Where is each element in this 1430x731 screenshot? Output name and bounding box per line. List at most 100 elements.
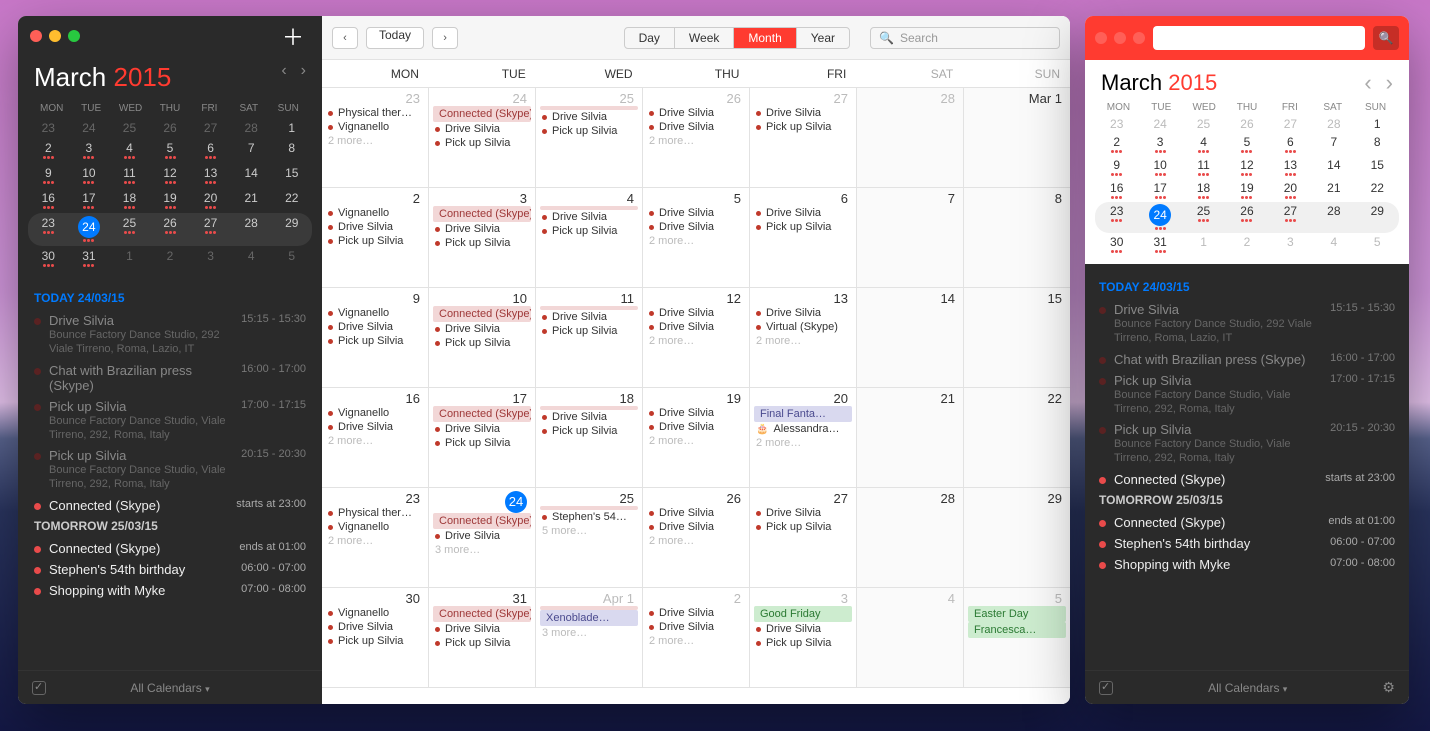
mini-day[interactable]: 3	[190, 246, 231, 271]
event-item[interactable]: Vignanello	[326, 120, 424, 134]
mini-day[interactable]: 28	[1312, 202, 1355, 233]
event-bar[interactable]: Connected (Skype)	[433, 406, 531, 422]
day-cell[interactable]: 11Drive SilviaPick up Silvia	[536, 288, 643, 387]
close-icon[interactable]	[1095, 32, 1107, 44]
day-cell[interactable]: 26Drive SilviaDrive Silvia2 more…	[643, 488, 750, 587]
mini-day[interactable]: 5	[271, 246, 312, 271]
day-cell[interactable]: 5Easter DayFrancesca…	[964, 588, 1070, 687]
event-item[interactable]: Physical ther…	[326, 106, 424, 120]
mini-day[interactable]: 8	[1356, 133, 1399, 156]
mini-day[interactable]: 6	[190, 138, 231, 163]
mini-day[interactable]: 3	[1138, 133, 1181, 156]
mini-day[interactable]: 12	[150, 163, 191, 188]
more-link[interactable]: 3 more…	[433, 543, 531, 557]
event-item[interactable]: Drive Silvia	[540, 410, 638, 424]
agenda-item[interactable]: Drive SilviaBounce Factory Dance Studio,…	[1099, 302, 1395, 346]
day-cell[interactable]: 20Final Fanta…🎂Alessandra…2 more…	[750, 388, 857, 487]
mini-day[interactable]: 24	[69, 213, 110, 246]
agenda-item[interactable]: Connected (Skype) ends at 01:00	[1099, 515, 1395, 530]
view-week[interactable]: Week	[674, 28, 733, 48]
event-item[interactable]: Virtual (Skype)	[754, 320, 852, 334]
event-item[interactable]: Pick up Silvia	[433, 636, 531, 650]
agenda-item[interactable]: Stephen's 54th birthday 06:00 - 07:00	[34, 562, 306, 577]
day-cell[interactable]: 27Drive SilviaPick up Silvia	[750, 88, 857, 187]
mini-day[interactable]: 19	[150, 188, 191, 213]
day-cell[interactable]: 7	[857, 188, 964, 287]
mini-day[interactable]: 1	[1182, 233, 1225, 256]
mini-day[interactable]: 27	[190, 213, 231, 246]
event-bar[interactable]: Connected (Skype)	[433, 106, 531, 122]
event-item[interactable]: Pick up Silvia	[754, 636, 852, 650]
agenda-item[interactable]: Pick up SilviaBounce Factory Dance Studi…	[1099, 422, 1395, 466]
mini-day[interactable]: 28	[1312, 115, 1355, 133]
mini-day[interactable]: 27	[1269, 202, 1312, 233]
event-item[interactable]: Drive Silvia	[647, 506, 745, 520]
close-icon[interactable]	[30, 30, 42, 42]
day-cell[interactable]: 9VignanelloDrive SilviaPick up Silvia	[322, 288, 429, 387]
mini-day[interactable]: 22	[1356, 179, 1399, 202]
mini-day[interactable]: 30	[28, 246, 69, 271]
event-item[interactable]: Physical ther…	[326, 506, 424, 520]
day-cell[interactable]: 17Connected (Skype)Drive SilviaPick up S…	[429, 388, 536, 487]
day-cell[interactable]: 15	[964, 288, 1070, 387]
mini-day[interactable]: 26	[1225, 115, 1268, 133]
mini-day[interactable]: 9	[28, 163, 69, 188]
mini-day[interactable]: 19	[1225, 179, 1268, 202]
mini-day[interactable]: 5	[1356, 233, 1399, 256]
event-item[interactable]: Drive Silvia	[326, 220, 424, 234]
day-cell[interactable]: 14	[857, 288, 964, 387]
event-item[interactable]: Pick up Silvia	[754, 220, 852, 234]
more-link[interactable]: 2 more…	[647, 234, 745, 248]
agenda-item[interactable]: Stephen's 54th birthday 06:00 - 07:00	[1099, 536, 1395, 551]
agenda-item[interactable]: Pick up Silvia Bounce Factory Dance Stud…	[34, 399, 306, 443]
mini-day[interactable]: 20	[190, 188, 231, 213]
event-item[interactable]: Pick up Silvia	[754, 520, 852, 534]
agenda-item[interactable]: Pick up SilviaBounce Factory Dance Studi…	[1099, 373, 1395, 417]
search-button[interactable]: 🔍	[1373, 26, 1399, 50]
mini-day[interactable]: 23	[28, 213, 69, 246]
day-cell[interactable]: 2VignanelloDrive SilviaPick up Silvia	[322, 188, 429, 287]
event-item[interactable]: Pick up Silvia	[326, 634, 424, 648]
mini-day[interactable]: 4	[231, 246, 272, 271]
mini-day[interactable]: 26	[150, 213, 191, 246]
event-item[interactable]: Pick up Silvia	[433, 236, 531, 250]
event-item[interactable]: Vignanello	[326, 406, 424, 420]
event-item[interactable]: Drive Silvia	[433, 529, 531, 543]
day-cell[interactable]: 3Good FridayDrive SilviaPick up Silvia	[750, 588, 857, 687]
event-item[interactable]: Drive Silvia	[433, 422, 531, 436]
view-month[interactable]: Month	[733, 28, 795, 48]
event-item[interactable]: Pick up Silvia	[540, 224, 638, 238]
event-item[interactable]: Pick up Silvia	[433, 436, 531, 450]
day-cell[interactable]: 21	[857, 388, 964, 487]
more-link[interactable]: 2 more…	[647, 334, 745, 348]
gear-icon[interactable]: ⚙	[1382, 679, 1395, 696]
event-bar[interactable]: Connected (Skype)	[433, 306, 531, 322]
mini-day[interactable]: 27	[190, 118, 231, 138]
event-item[interactable]: Drive Silvia	[647, 406, 745, 420]
agenda-item[interactable]: Chat with Brazilian press (Skype) 16:00 …	[1099, 352, 1395, 367]
mini-day[interactable]: 24	[1138, 115, 1181, 133]
event-item[interactable]: Pick up Silvia	[433, 336, 531, 350]
event-item[interactable]: Drive Silvia	[540, 310, 638, 324]
calendars-dropdown[interactable]: All Calendars ▾	[130, 681, 209, 695]
more-link[interactable]: 2 more…	[326, 434, 424, 448]
mini-day[interactable]: 26	[1225, 202, 1268, 233]
agenda-item[interactable]: Connected (Skype) starts at 23:00	[34, 498, 306, 513]
event-item[interactable]: Pick up Silvia	[754, 120, 852, 134]
mini-day[interactable]: 2	[150, 246, 191, 271]
event-item[interactable]: Drive Silvia	[754, 506, 852, 520]
event-item[interactable]: Drive Silvia	[647, 520, 745, 534]
mini-day[interactable]: 27	[1269, 115, 1312, 133]
event-bar[interactable]: Good Friday	[754, 606, 852, 622]
day-cell[interactable]: 27Drive SilviaPick up Silvia	[750, 488, 857, 587]
more-link[interactable]: 2 more…	[647, 434, 745, 448]
mini-day[interactable]: 12	[1225, 156, 1268, 179]
more-link[interactable]: 2 more…	[326, 134, 424, 148]
more-link[interactable]: 2 more…	[647, 134, 745, 148]
mini-day[interactable]: 11	[1182, 156, 1225, 179]
day-cell[interactable]: 24Connected (Skype)Drive SilviaPick up S…	[429, 88, 536, 187]
agenda-item[interactable]: Pick up Silvia Bounce Factory Dance Stud…	[34, 448, 306, 492]
event-item[interactable]: Drive Silvia	[326, 320, 424, 334]
mini-day[interactable]: 17	[1138, 179, 1181, 202]
more-link[interactable]: 2 more…	[647, 534, 745, 548]
